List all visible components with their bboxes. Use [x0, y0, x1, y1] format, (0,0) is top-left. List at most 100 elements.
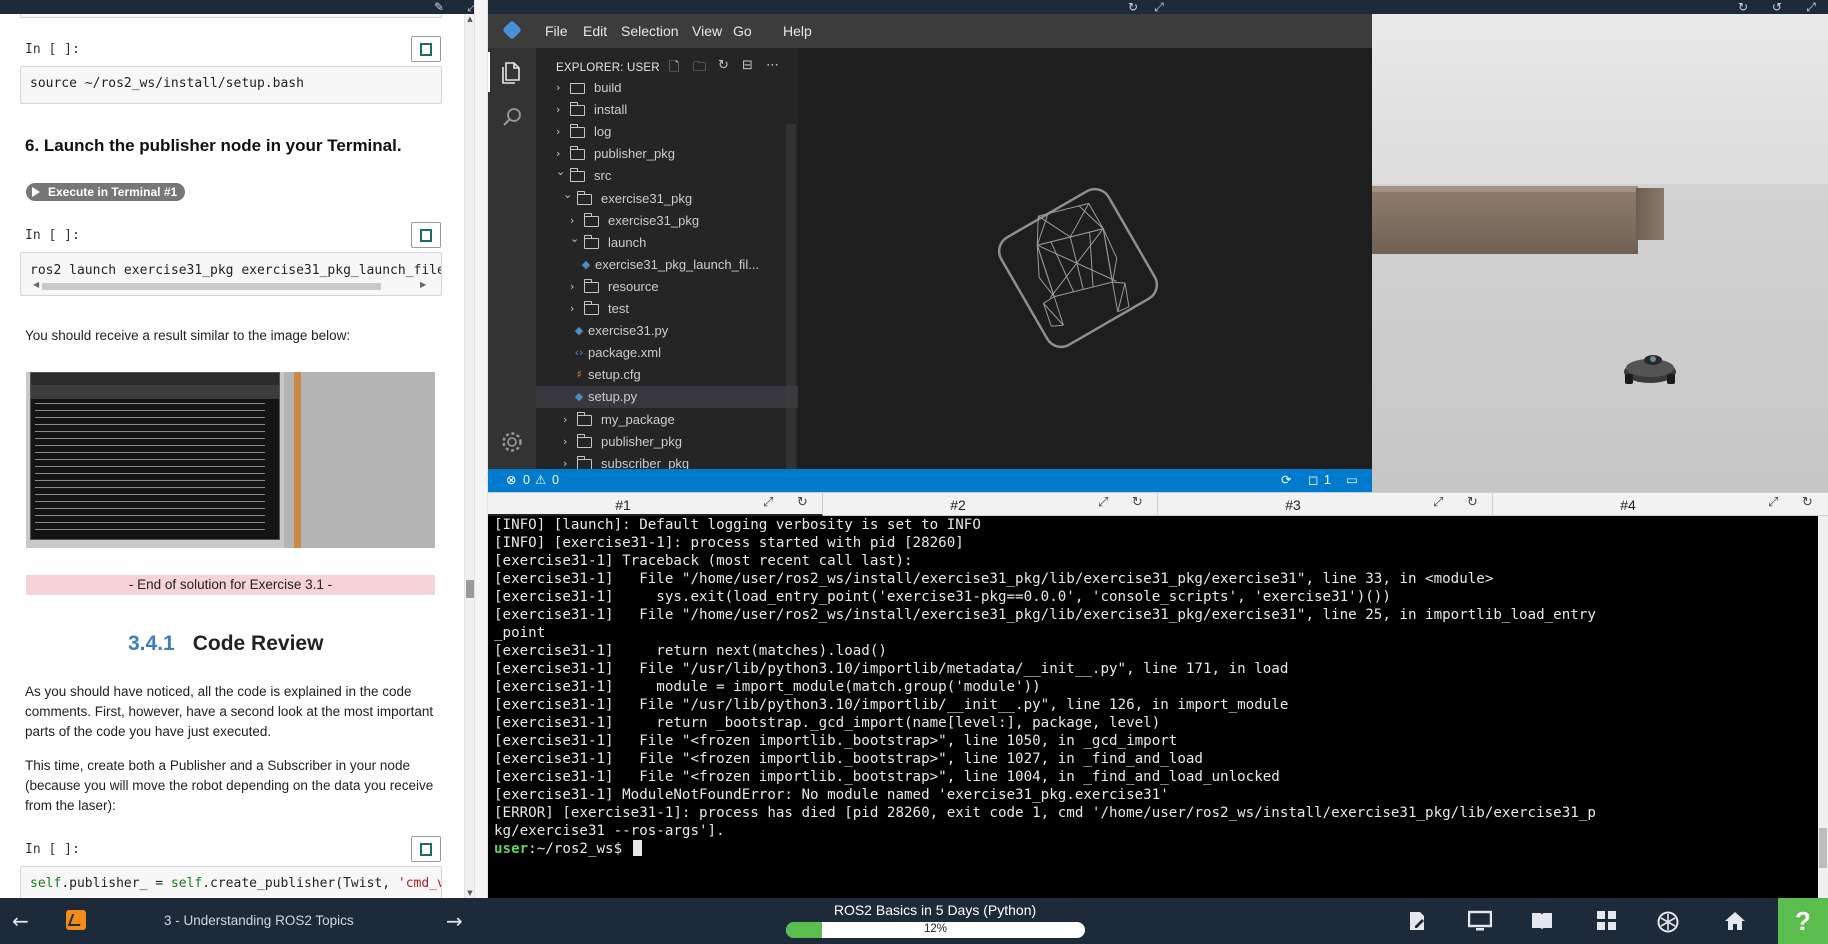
tab-reload-icon[interactable]: ↻ [797, 495, 808, 510]
chevron-right-icon[interactable]: › [563, 431, 575, 453]
menu-file[interactable]: File [545, 23, 568, 39]
terminal-prompt[interactable]: user:~/ros2_ws$ [494, 840, 642, 858]
warning-icon[interactable]: ⚠ [535, 469, 546, 492]
broadcast-icon[interactable]: ⟳ [1281, 469, 1291, 492]
simulation-view[interactable] [1372, 14, 1828, 492]
code-cell-publisher[interactable]: self.publisher_ = self.create_publisher(… [20, 866, 442, 898]
sim-reset-icon[interactable]: ↺ [1770, 0, 1784, 14]
terminal-tab-1[interactable]: #1 ⤢ ↻ [488, 493, 823, 516]
terminal-tab-2[interactable]: #2 ⤢ ↻ [823, 493, 1158, 516]
tree-folder[interactable]: › my_package [536, 409, 798, 431]
tree-file[interactable]: ‹› package.xml [536, 342, 798, 364]
explorer-icon[interactable] [488, 60, 536, 92]
notes-edit-icon[interactable] [1406, 910, 1428, 936]
notification-icon[interactable]: ◻ [1308, 469, 1318, 492]
terminal-scroll-thumb[interactable] [1819, 828, 1827, 868]
chevron-down-icon[interactable]: ⌄ [563, 188, 575, 206]
notebook-scroll-thumb[interactable] [466, 580, 474, 598]
menu-selection[interactable]: Selection [621, 23, 679, 39]
unit-title[interactable]: 3 - Understanding ROS2 Topics [164, 913, 354, 928]
search-icon[interactable] [488, 106, 536, 136]
scroll-up-icon[interactable]: ▲ [465, 14, 474, 24]
notebook-scrollbar[interactable]: ▲ ▼ [464, 14, 474, 898]
ide-reset-icon[interactable]: ↻ [1126, 0, 1140, 14]
hscroll-thumb[interactable] [42, 283, 381, 290]
scroll-right-icon[interactable]: ▶ [420, 280, 426, 289]
scroll-left-icon[interactable]: ◀ [33, 280, 39, 289]
home-icon[interactable] [1724, 910, 1746, 936]
chevron-right-icon[interactable]: › [556, 143, 568, 165]
copy-button[interactable] [411, 222, 441, 248]
help-button[interactable]: ? [1778, 898, 1828, 944]
tab-reload-icon[interactable]: ↻ [1467, 495, 1478, 510]
menu-go[interactable]: Go [733, 23, 752, 39]
code-cell-source[interactable]: source ~/ros2_ws/install/setup.bash [20, 66, 442, 104]
copy-button[interactable] [411, 36, 441, 62]
tree-file[interactable]: ◆ exercise31_pkg_launch_fil... [536, 254, 798, 276]
tree-folder[interactable]: ⌄ src [536, 165, 798, 187]
tree-folder[interactable]: › publisher_pkg [536, 431, 798, 453]
tree-folder[interactable]: › exercise31_pkg [536, 210, 798, 232]
refresh-icon[interactable]: ↻ [718, 58, 729, 73]
chevron-right-icon[interactable]: › [556, 83, 568, 99]
error-count[interactable]: 0 [523, 469, 530, 492]
tab-expand-icon[interactable]: ⤢ [1433, 495, 1443, 510]
tree-folder[interactable]: ⌄ exercise31_pkg [536, 188, 798, 210]
terminal-output[interactable]: [INFO] [launch]: Default logging verbosi… [488, 516, 1828, 898]
tab-expand-icon[interactable]: ⤢ [1098, 495, 1108, 510]
new-file-icon[interactable]: 🗋 [669, 58, 679, 80]
chevron-down-icon[interactable]: ⌄ [556, 165, 568, 183]
chevron-right-icon[interactable]: › [563, 453, 575, 469]
forward-arrow-icon[interactable]: → [446, 910, 463, 932]
book-icon[interactable] [1530, 910, 1554, 936]
chevron-down-icon[interactable]: ⌄ [570, 232, 582, 250]
collapse-all-icon[interactable]: ⊟ [742, 58, 753, 73]
layout-panel-icon[interactable]: ▭ [1346, 469, 1358, 492]
copy-button[interactable] [411, 836, 441, 862]
new-folder-icon[interactable]: 🗀 [693, 58, 706, 80]
menu-help[interactable]: Help [783, 23, 812, 39]
panel-divider[interactable] [474, 0, 488, 898]
tab-reload-icon[interactable]: ↻ [1802, 495, 1813, 510]
chevron-right-icon[interactable]: › [570, 210, 582, 232]
terminal-scrollbar[interactable] [1818, 516, 1828, 898]
sim-refresh-icon[interactable]: ↻ [1736, 0, 1750, 14]
tab-reload-icon[interactable]: ↻ [1132, 495, 1143, 510]
settings-gear-icon[interactable] [488, 430, 536, 460]
chevron-right-icon[interactable]: › [570, 298, 582, 320]
tree-folder[interactable]: ⌄ launch [536, 232, 798, 254]
terminal-tab-3[interactable]: #3 ⤢ ↻ [1158, 493, 1493, 516]
terminal-tab-4[interactable]: #4 ⤢ ↻ [1493, 493, 1828, 516]
ai-assistant-icon[interactable] [1656, 910, 1680, 938]
tree-folder[interactable]: › publisher_pkg [536, 143, 798, 165]
tree-folder[interactable]: › log [536, 121, 798, 143]
apps-grid-icon[interactable] [1596, 910, 1618, 936]
tree-folder[interactable]: › install [536, 99, 798, 121]
tab-expand-icon[interactable]: ⤢ [763, 495, 773, 510]
tree-folder[interactable]: › resource [536, 276, 798, 298]
more-actions-icon[interactable]: ⋯ [766, 58, 779, 73]
error-icon[interactable]: ⊗ [506, 469, 516, 492]
chevron-right-icon[interactable]: › [556, 121, 568, 143]
menu-edit[interactable]: Edit [583, 23, 607, 39]
notebook-app-icon[interactable] [66, 910, 86, 930]
tree-file[interactable]: ♯ setup.cfg [536, 364, 798, 386]
chevron-right-icon[interactable]: › [556, 99, 568, 121]
menu-view[interactable]: View [692, 23, 722, 39]
scroll-down-icon[interactable]: ▼ [465, 888, 474, 898]
sim-expand-icon[interactable]: ⤢ [1804, 0, 1818, 14]
tree-file[interactable]: ◆ exercise31.py [536, 320, 798, 342]
chevron-right-icon[interactable]: › [570, 276, 582, 298]
tab-expand-icon[interactable]: ⤢ [1768, 495, 1778, 510]
back-arrow-icon[interactable]: ← [12, 910, 29, 932]
explorer-scrollbar[interactable] [786, 124, 796, 469]
execute-in-terminal-button[interactable]: Execute in Terminal #1 [26, 183, 186, 201]
tree-folder[interactable]: › test [536, 298, 798, 320]
tree-folder[interactable]: › subscriber_pkg [536, 453, 798, 469]
edit-icon[interactable]: ✎ [432, 0, 446, 14]
warning-count[interactable]: 0 [552, 469, 559, 492]
desktop-monitor-icon[interactable] [1467, 910, 1493, 936]
chevron-right-icon[interactable]: › [563, 409, 575, 431]
notification-count[interactable]: 1 [1324, 469, 1331, 492]
tree-file[interactable]: ◆ setup.py [536, 386, 798, 409]
